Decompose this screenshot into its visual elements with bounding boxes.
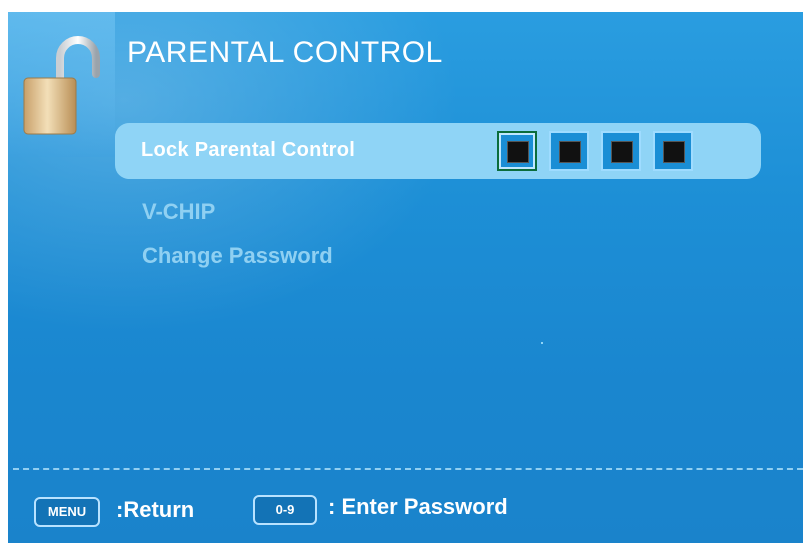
password-digit-box[interactable] <box>601 131 641 171</box>
screen-speck <box>541 342 543 344</box>
password-digit-box[interactable] <box>549 131 589 171</box>
password-entry[interactable] <box>497 131 693 171</box>
menu-item-label: Lock Parental Control <box>141 139 356 161</box>
password-dot <box>507 141 529 163</box>
digits-key-badge[interactable]: 0-9 <box>253 495 317 525</box>
password-dot <box>663 141 685 163</box>
password-dot <box>559 141 581 163</box>
unlocked-padlock-icon <box>23 36 100 135</box>
password-dot <box>611 141 633 163</box>
menu-item-change-password[interactable]: Change Password <box>142 243 333 269</box>
page-title: PARENTAL CONTROL <box>127 36 443 69</box>
password-digit-box[interactable] <box>653 131 693 171</box>
password-digit-box[interactable] <box>497 131 537 171</box>
menu-key-badge[interactable]: MENU <box>34 497 100 527</box>
menu-item-v-chip[interactable]: V-CHIP <box>142 199 215 225</box>
return-hint: :Return <box>116 497 195 522</box>
footer-divider <box>13 468 803 470</box>
lock-icon-tile <box>8 12 115 157</box>
enter-password-hint: : Enter Password <box>328 494 508 519</box>
tv-osd-screen: PARENTAL CONTROL Lock Parental Control V… <box>8 12 803 543</box>
menu-item-lock-parental-control[interactable]: Lock Parental Control <box>115 123 761 179</box>
